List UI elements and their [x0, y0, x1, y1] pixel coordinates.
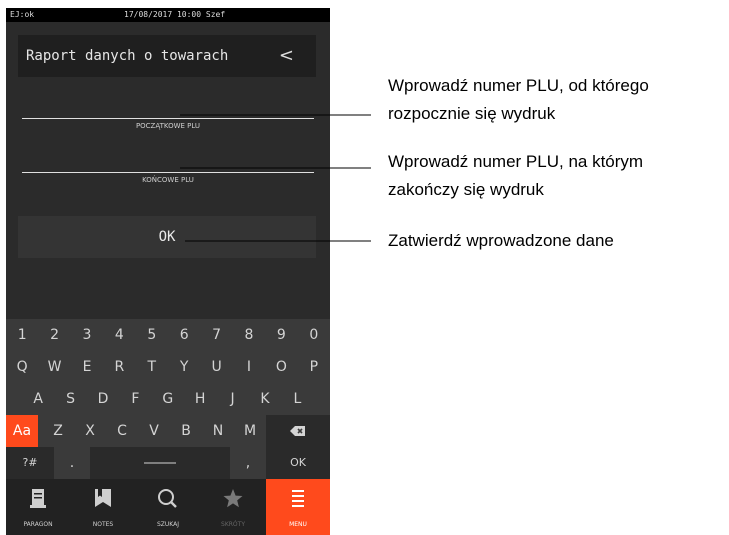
key-f[interactable]: F	[119, 383, 151, 415]
key-k[interactable]: K	[249, 383, 281, 415]
start-plu-input-line[interactable]	[22, 118, 314, 119]
keyboard-row-bottom: ?# . , OK	[6, 447, 330, 479]
key-e[interactable]: E	[71, 351, 103, 383]
key-l[interactable]: L	[281, 383, 313, 415]
nav-label-notes: NOTES	[92, 521, 114, 528]
keyboard-row-digits: 1234567890	[6, 319, 330, 351]
key-g[interactable]: G	[152, 383, 184, 415]
nav-notes[interactable]: NOTES	[71, 479, 135, 535]
key-2[interactable]: 2	[38, 319, 70, 351]
title-bar: Raport danych o towarach <	[18, 35, 316, 77]
end-plu-input-line[interactable]	[22, 172, 314, 173]
key-v[interactable]: V	[138, 415, 170, 447]
comma-key[interactable]: ,	[232, 447, 264, 479]
keyboard-row-zxcv: Aa ZXCVBNM	[6, 415, 330, 447]
keyboard-ok-key[interactable]: OK	[266, 447, 330, 479]
annotation-confirm: Zatwierdź wprowadzone dane	[388, 227, 614, 255]
key-7[interactable]: 7	[200, 319, 232, 351]
key-u[interactable]: U	[200, 351, 232, 383]
key-c[interactable]: C	[106, 415, 138, 447]
key-r[interactable]: R	[103, 351, 135, 383]
star-icon	[223, 489, 243, 508]
key-j[interactable]: J	[216, 383, 248, 415]
symbols-key[interactable]: ?#	[6, 447, 54, 479]
start-plu-label: POCZĄTKOWE PLU	[135, 122, 201, 130]
key-y[interactable]: Y	[168, 351, 200, 383]
nav-label-skroty: SKRÓTY	[221, 521, 245, 528]
bottom-nav: PARAGON NOTES SZUKAJ SKRÓTY MENU	[6, 479, 330, 535]
key-s[interactable]: S	[54, 383, 86, 415]
receipt-icon	[30, 489, 46, 508]
annotation-end-plu-line1: Wprowadź numer PLU, na którym	[388, 152, 644, 171]
menu-icon	[292, 490, 304, 507]
annotation-end-plu: Wprowadź numer PLU, na którym zakończy s…	[388, 148, 643, 204]
key-o[interactable]: O	[265, 351, 297, 383]
nav-label-menu: MENU	[289, 521, 307, 528]
keyboard-row-qwerty: QWERTYUIOP	[6, 351, 330, 383]
status-bar: EJ:ok 17/08/2017 10:00 Szef	[6, 8, 330, 22]
nav-label-szukaj: SZUKAJ	[156, 521, 179, 528]
key-5[interactable]: 5	[136, 319, 168, 351]
backspace-key[interactable]	[266, 415, 330, 447]
cash-register-screen: EJ:ok 17/08/2017 10:00 Szef Raport danyc…	[6, 8, 330, 535]
key-t[interactable]: T	[136, 351, 168, 383]
key-x[interactable]: X	[74, 415, 106, 447]
annotation-confirm-text: Zatwierdź wprowadzone dane	[388, 231, 614, 250]
key-w[interactable]: W	[38, 351, 70, 383]
key-q[interactable]: Q	[6, 351, 38, 383]
annotation-start-plu-line1: Wprowadź numer PLU, od którego	[388, 76, 649, 95]
key-z[interactable]: Z	[42, 415, 74, 447]
end-plu-label: KOŃCOWE PLU	[142, 176, 194, 184]
key-1[interactable]: 1	[6, 319, 38, 351]
nav-szukaj[interactable]: SZUKAJ	[136, 479, 200, 535]
back-button[interactable]: <	[279, 35, 294, 77]
key-d[interactable]: D	[87, 383, 119, 415]
nav-skroty[interactable]: SKRÓTY	[201, 479, 265, 535]
datetime-user: 17/08/2017 10:00 Szef	[124, 10, 226, 19]
space-icon	[144, 462, 176, 464]
annotation-start-plu-line2: rozpocznie się wydruk	[388, 104, 556, 123]
search-icon	[158, 489, 177, 508]
key-4[interactable]: 4	[103, 319, 135, 351]
key-m[interactable]: M	[234, 415, 266, 447]
key-p[interactable]: P	[298, 351, 330, 383]
nav-menu[interactable]: MENU	[266, 479, 330, 535]
key-n[interactable]: N	[202, 415, 234, 447]
bookmark-icon	[95, 489, 111, 507]
key-8[interactable]: 8	[233, 319, 265, 351]
keyboard-row-asdf: ASDFGHJKL	[6, 383, 330, 415]
key-a[interactable]: A	[22, 383, 54, 415]
key-h[interactable]: H	[184, 383, 216, 415]
key-i[interactable]: I	[233, 351, 265, 383]
nav-label-paragon: PARAGON	[23, 521, 53, 528]
ok-button[interactable]: OK	[18, 216, 316, 258]
backspace-icon	[290, 426, 305, 436]
nav-paragon[interactable]: PARAGON	[6, 479, 70, 535]
dot-key[interactable]: .	[56, 447, 88, 479]
key-0[interactable]: 0	[298, 319, 330, 351]
annotation-end-plu-line2: zakończy się wydruk	[388, 180, 544, 199]
key-9[interactable]: 9	[265, 319, 297, 351]
page-title: Raport danych o towarach	[26, 48, 229, 64]
space-key[interactable]	[90, 447, 230, 479]
shift-key[interactable]: Aa	[6, 415, 38, 447]
key-6[interactable]: 6	[168, 319, 200, 351]
ej-status: EJ:ok	[10, 10, 35, 19]
key-3[interactable]: 3	[71, 319, 103, 351]
end-plu-field[interactable]: KOŃCOWE PLU	[22, 172, 314, 194]
start-plu-field[interactable]: POCZĄTKOWE PLU	[22, 118, 314, 140]
key-b[interactable]: B	[170, 415, 202, 447]
annotation-start-plu: Wprowadź numer PLU, od którego rozpoczni…	[388, 72, 649, 128]
onscreen-keyboard: 1234567890 QWERTYUIOP ASDFGHJKL Aa ZXCVB…	[6, 319, 330, 479]
